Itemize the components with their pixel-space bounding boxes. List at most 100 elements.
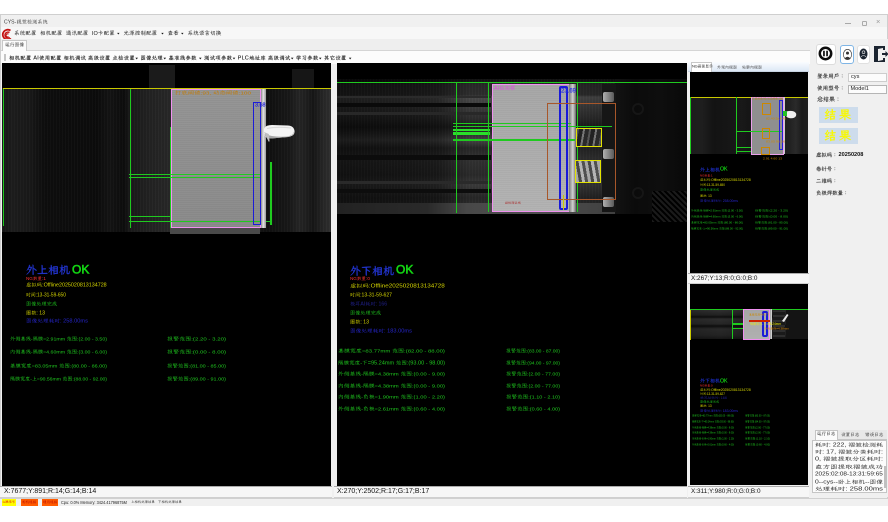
svg-text:AI: AI	[33, 56, 39, 62]
svg-text::: :	[360, 319, 361, 325]
svg-text:90.56: 90.56	[776, 140, 785, 143]
svg-text:0.0%: 0.0%	[70, 499, 79, 504]
svg-text:-: -	[543, 348, 545, 354]
svg-text::(0.60: :(0.60	[721, 443, 727, 446]
svg-text::: :	[706, 404, 707, 408]
svg-text::: :	[384, 328, 386, 334]
svg-text::0: :0	[710, 383, 713, 387]
svg-text::(83.00: :(83.00	[526, 348, 542, 354]
svg-text:-: -	[424, 349, 426, 354]
svg-text::(0.60: :(0.60	[755, 442, 762, 446]
svg-text::: :	[829, 442, 831, 448]
svg-text:166: 166	[721, 396, 727, 400]
svg-text:13: 13	[708, 193, 712, 197]
svg-text::1: :1	[710, 174, 713, 178]
svg-text:-: -	[777, 221, 778, 225]
svg-text:=83.77mm: =83.77mm	[362, 349, 391, 354]
svg-text:183.00ms: 183.00ms	[387, 328, 412, 334]
svg-text:3424.41796875M: 3424.41796875M	[96, 499, 127, 504]
svg-text:-: -	[544, 406, 546, 412]
svg-text:-: -	[728, 432, 729, 435]
svg-text:83.05: 83.05	[766, 140, 775, 143]
svg-text::(3.00: :(3.00	[727, 215, 735, 219]
svg-text::(81.00: :(81.00	[767, 221, 777, 225]
svg-text:-: -	[701, 420, 702, 423]
svg-text:92.00): 92.00)	[735, 226, 743, 230]
svg-text:85.00): 85.00)	[210, 363, 226, 369]
svg-text:CYS-: CYS-	[4, 19, 17, 25]
svg-text::(1.00: :(1.00	[721, 437, 727, 440]
svg-text::: :	[60, 319, 62, 325]
svg-text:-: -	[90, 376, 92, 382]
svg-text::100: :100	[239, 91, 251, 96]
svg-text:=4.38mm: =4.38mm	[707, 432, 716, 435]
svg-text:9.00): 9.00)	[729, 426, 734, 429]
svg-text::: :	[719, 396, 720, 400]
svg-text:258.00ms: 258.00ms	[850, 487, 884, 493]
svg-text::(83.00: :(83.00	[754, 413, 762, 417]
svg-text:-: -	[762, 437, 763, 440]
svg-text:OK: OK	[396, 263, 413, 277]
svg-text:-: -	[544, 395, 546, 401]
svg-text:NG: NG	[26, 276, 33, 281]
svg-text:NG: NG	[692, 64, 698, 69]
svg-text:-: -	[777, 226, 778, 230]
svg-text:Memory:: Memory:	[80, 499, 95, 504]
svg-text::Offline2025020813134728: :Offline2025020813134728	[710, 387, 751, 391]
svg-text::100: :100	[778, 97, 784, 101]
svg-text:97.00): 97.00)	[763, 419, 770, 423]
svg-text:-: -	[762, 443, 763, 446]
svg-text:98.00): 98.00)	[728, 420, 734, 423]
svg-text:-: -	[426, 360, 428, 366]
svg-text:-: -	[735, 209, 736, 213]
svg-text::: :	[881, 449, 883, 455]
svg-text:77.00): 77.00)	[763, 425, 770, 429]
svg-text::: :	[721, 408, 722, 412]
svg-text:6.00): 6.00)	[737, 215, 743, 219]
svg-text::(2.00: :(2.00	[77, 336, 91, 342]
svg-text::93,: :93,	[763, 97, 768, 101]
svg-text:4.00): 4.00)	[432, 406, 445, 412]
svg-text:-: -	[733, 220, 734, 224]
svg-text:86.00): 86.00)	[92, 363, 108, 369]
svg-text:=83.05mm: =83.05mm	[32, 363, 58, 369]
svg-text:9.00): 9.00)	[432, 372, 445, 378]
svg-text::13-31-59-627: :13-31-59-627	[360, 292, 392, 298]
svg-text:=83.05mm: =83.05mm	[703, 220, 717, 224]
svg-text:3.68: 3.68	[255, 103, 265, 109]
svg-text::(80.00: :(80.00	[70, 363, 87, 369]
svg-text:2.10): 2.10)	[547, 395, 560, 401]
svg-text:-: -	[361, 406, 363, 412]
svg-text::(82.00: :(82.00	[404, 349, 423, 354]
svg-text:OK: OK	[720, 167, 728, 173]
svg-text::(0.00: :(0.00	[769, 215, 778, 219]
svg-text::Offline2025020813134728: :Offline2025020813134728	[369, 284, 445, 289]
svg-text:=95.24mm: =95.24mm	[368, 360, 395, 366]
svg-text:-: -	[734, 227, 735, 230]
svg-text::(94.00: :(94.00	[754, 419, 762, 423]
svg-text::(0.00: :(0.00	[412, 372, 427, 378]
svg-text:4.00): 4.00)	[547, 406, 560, 412]
svg-text:-: -	[542, 372, 544, 378]
svg-text:2025:02:08-13:31:59:65: 2025:02:08-13:31:59:65	[815, 472, 884, 477]
svg-text:=4.38mm: =4.38mm	[375, 372, 400, 378]
svg-text:-: -	[31, 336, 33, 342]
svg-text:-: -	[361, 395, 363, 401]
svg-text:-: -	[701, 432, 702, 435]
svg-text::(89.00: :(89.00	[188, 376, 205, 382]
svg-text:-: -	[542, 383, 544, 389]
svg-text::(0.00: :(0.00	[721, 426, 727, 429]
svg-text:=95.24mm: =95.24mm	[766, 322, 781, 326]
svg-text:-: -	[778, 215, 779, 219]
svg-text:-: -	[92, 350, 94, 356]
svg-text:2.20): 2.20)	[432, 395, 445, 401]
svg-text::(80.00: :(80.00	[723, 220, 732, 224]
svg-text:87.00): 87.00)	[546, 348, 560, 354]
svg-text:-: -	[762, 415, 763, 418]
svg-text:NG: NG	[700, 383, 705, 387]
svg-text:-: -	[207, 376, 209, 382]
svg-text:=4.38mm: =4.38mm	[707, 426, 716, 429]
svg-text:-: -	[701, 426, 702, 429]
svg-text:77.00): 77.00)	[545, 383, 560, 389]
svg-text:-: -	[360, 360, 362, 366]
